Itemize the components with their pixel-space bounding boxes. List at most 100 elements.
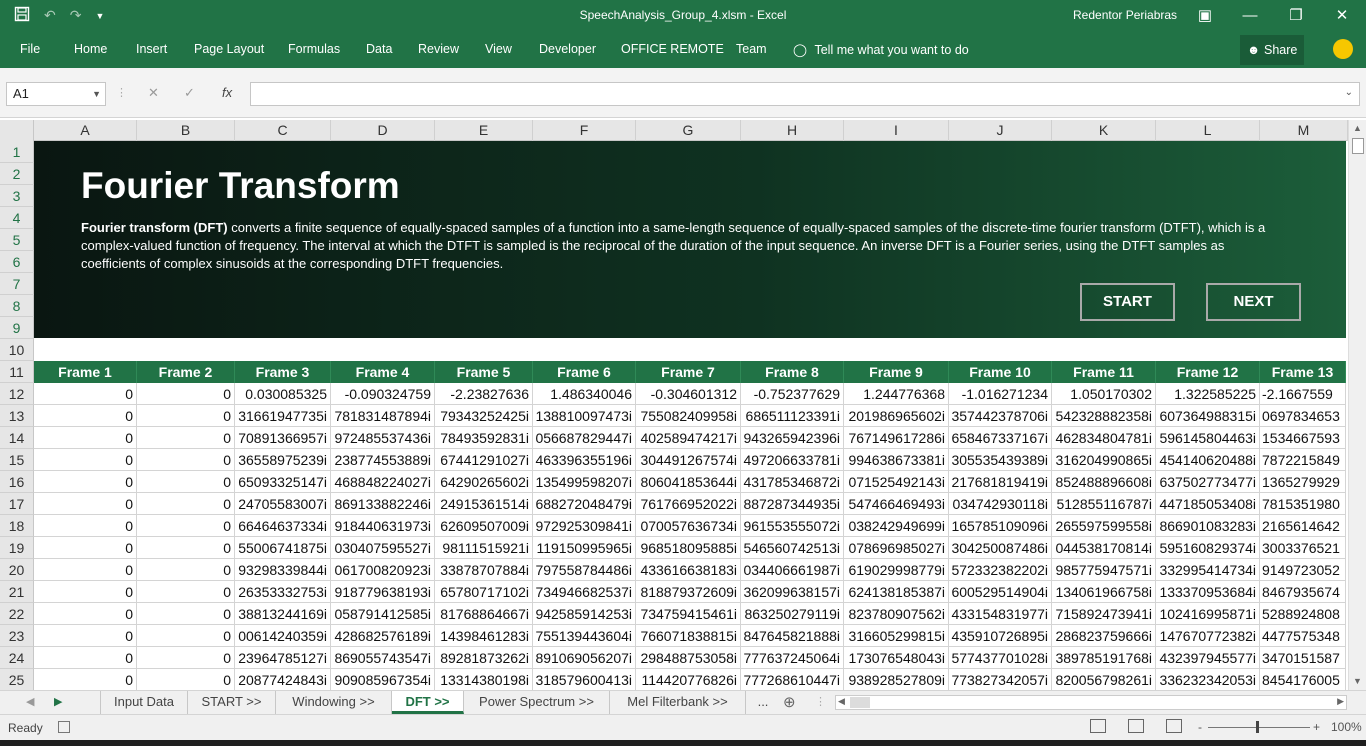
column-header-k[interactable]: K bbox=[1052, 120, 1156, 141]
table-cell[interactable]: 061700820923i bbox=[331, 559, 435, 581]
table-cell[interactable]: 286823759666i bbox=[1052, 625, 1156, 647]
table-cell[interactable]: 887287344935i bbox=[741, 493, 844, 515]
scroll-up-icon[interactable]: ▲ bbox=[1353, 123, 1362, 133]
table-cell[interactable]: 165785109096i bbox=[949, 515, 1052, 537]
enter-icon[interactable]: ✓ bbox=[184, 85, 195, 101]
sheet-tab-dft[interactable]: DFT >> bbox=[392, 691, 464, 714]
table-cell[interactable]: 318579600413i bbox=[533, 669, 636, 690]
table-cell[interactable]: 93298339844i bbox=[235, 559, 331, 581]
table-cell[interactable]: 9149723052 bbox=[1260, 559, 1346, 581]
table-cell[interactable]: 65093325147i bbox=[235, 471, 331, 493]
table-cell[interactable]: 0 bbox=[34, 559, 137, 581]
column-header-cell[interactable]: Frame 9 bbox=[844, 361, 949, 383]
column-header-cell[interactable]: Frame 7 bbox=[636, 361, 741, 383]
table-cell[interactable]: 943265942396i bbox=[741, 427, 844, 449]
table-cell[interactable]: 547466469493i bbox=[844, 493, 949, 515]
table-cell[interactable]: 938928527809i bbox=[844, 669, 949, 690]
zoom-out-button[interactable]: - bbox=[1198, 720, 1202, 734]
table-cell[interactable]: 852488896608i bbox=[1052, 471, 1156, 493]
table-cell[interactable]: 637502773477i bbox=[1156, 471, 1260, 493]
table-cell[interactable]: 071525492143i bbox=[844, 471, 949, 493]
normal-view-icon[interactable] bbox=[1090, 719, 1106, 733]
column-header-cell[interactable]: Frame 2 bbox=[137, 361, 235, 383]
table-cell[interactable]: 23964785127i bbox=[235, 647, 331, 669]
column-header-cell[interactable]: Frame 13 bbox=[1260, 361, 1346, 383]
zoom-level[interactable]: 100% bbox=[1331, 720, 1362, 734]
tab-page-layout[interactable]: Page Layout bbox=[194, 42, 264, 56]
feedback-smiley-icon[interactable] bbox=[1333, 39, 1353, 59]
row-header[interactable]: 18 bbox=[0, 515, 34, 537]
table-cell[interactable]: 4477575348 bbox=[1260, 625, 1346, 647]
tab-review[interactable]: Review bbox=[418, 42, 459, 56]
table-cell[interactable]: 265597599558i bbox=[1052, 515, 1156, 537]
table-cell[interactable]: 777268610447i bbox=[741, 669, 844, 690]
table-cell[interactable]: 1534667593 bbox=[1260, 427, 1346, 449]
table-cell[interactable]: 542328882358i bbox=[1052, 405, 1156, 427]
table-cell[interactable]: 773827342057i bbox=[949, 669, 1052, 690]
table-cell[interactable]: 0 bbox=[34, 603, 137, 625]
table-cell[interactable]: 14398461283i bbox=[435, 625, 533, 647]
tab-split-grip-icon[interactable]: ⋮ bbox=[815, 695, 826, 708]
column-header-cell[interactable]: Frame 6 bbox=[533, 361, 636, 383]
table-cell[interactable]: 0 bbox=[34, 581, 137, 603]
table-cell[interactable]: 447185053408i bbox=[1156, 493, 1260, 515]
share-button[interactable]: ☻ Share bbox=[1240, 35, 1304, 65]
row-header[interactable]: 16 bbox=[0, 471, 34, 493]
table-cell[interactable]: 24915361514i bbox=[435, 493, 533, 515]
column-header-cell[interactable]: Frame 12 bbox=[1156, 361, 1260, 383]
tab-developer[interactable]: Developer bbox=[539, 42, 596, 56]
table-cell[interactable]: 715892473941i bbox=[1052, 603, 1156, 625]
table-cell[interactable]: 577437701028i bbox=[949, 647, 1052, 669]
table-cell[interactable]: 0 bbox=[137, 625, 235, 647]
table-cell[interactable]: 138810097473i bbox=[533, 405, 636, 427]
table-cell[interactable]: 135499598207i bbox=[533, 471, 636, 493]
table-cell[interactable]: 0 bbox=[137, 493, 235, 515]
table-cell[interactable]: 0 bbox=[137, 603, 235, 625]
row-header[interactable]: 8 bbox=[0, 295, 34, 317]
table-cell[interactable]: 058791412585i bbox=[331, 603, 435, 625]
zoom-in-button[interactable]: + bbox=[1313, 720, 1320, 734]
table-cell[interactable]: 26353332753i bbox=[235, 581, 331, 603]
row-header[interactable]: 11 bbox=[0, 361, 34, 383]
table-cell[interactable]: -2.23827636 bbox=[435, 383, 533, 405]
column-header-l[interactable]: L bbox=[1156, 120, 1260, 141]
table-cell[interactable]: 238774553889i bbox=[331, 449, 435, 471]
table-cell[interactable]: 0 bbox=[137, 471, 235, 493]
table-cell[interactable]: 607364988315i bbox=[1156, 405, 1260, 427]
table-cell[interactable]: 65780717102i bbox=[435, 581, 533, 603]
table-cell[interactable]: 0 bbox=[34, 515, 137, 537]
table-cell[interactable]: 1365279929 bbox=[1260, 471, 1346, 493]
name-box[interactable]: A1 ▼ bbox=[6, 82, 106, 106]
row-header[interactable]: 19 bbox=[0, 537, 34, 559]
column-header-f[interactable]: F bbox=[533, 120, 636, 141]
table-cell[interactable]: 820056798261i bbox=[1052, 669, 1156, 690]
table-cell[interactable]: 0 bbox=[34, 647, 137, 669]
row-header[interactable]: 23 bbox=[0, 625, 34, 647]
table-cell[interactable]: 070057636734i bbox=[636, 515, 741, 537]
table-cell[interactable]: 686511123391i bbox=[741, 405, 844, 427]
row-header[interactable]: 9 bbox=[0, 317, 34, 339]
table-cell[interactable]: 038242949699i bbox=[844, 515, 949, 537]
table-cell[interactable]: 38813244169i bbox=[235, 603, 331, 625]
table-cell[interactable]: 572332382202i bbox=[949, 559, 1052, 581]
table-cell[interactable]: 0 bbox=[137, 537, 235, 559]
insert-function-icon[interactable]: fx bbox=[222, 85, 232, 100]
table-cell[interactable]: 402589474217i bbox=[636, 427, 741, 449]
table-cell[interactable]: 734946682537i bbox=[533, 581, 636, 603]
table-cell[interactable]: 918440631973i bbox=[331, 515, 435, 537]
table-cell[interactable]: 755082409958i bbox=[636, 405, 741, 427]
table-cell[interactable]: -2.1667559 bbox=[1260, 383, 1346, 405]
sheet-tab-windowing[interactable]: Windowing >> bbox=[276, 691, 392, 714]
row-header[interactable]: 25 bbox=[0, 669, 34, 690]
table-cell[interactable]: 7872215849 bbox=[1260, 449, 1346, 471]
table-cell[interactable]: 428682576189i bbox=[331, 625, 435, 647]
row-header[interactable]: 15 bbox=[0, 449, 34, 471]
table-cell[interactable]: 89281873262i bbox=[435, 647, 533, 669]
tab-insert[interactable]: Insert bbox=[136, 42, 167, 56]
worksheet-grid[interactable]: A B C D E F G H I J K L M 1 2 3 4 5 6 7 8 9 10 11 1… bbox=[0, 120, 1366, 690]
column-header-i[interactable]: I bbox=[844, 120, 949, 141]
table-cell[interactable]: 0 bbox=[34, 427, 137, 449]
table-cell[interactable]: -1.016271234 bbox=[949, 383, 1052, 405]
table-cell[interactable]: 217681819419i bbox=[949, 471, 1052, 493]
row-header[interactable]: 17 bbox=[0, 493, 34, 515]
